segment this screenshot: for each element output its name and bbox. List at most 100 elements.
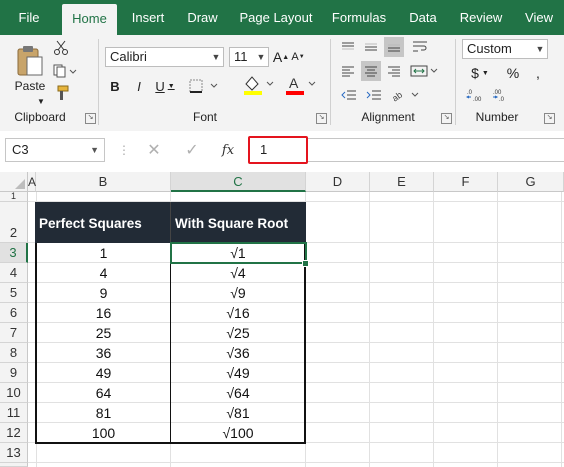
font-color-button[interactable]: A bbox=[282, 73, 318, 97]
increase-indent-button[interactable] bbox=[363, 85, 385, 105]
row-header-9[interactable]: 9 bbox=[0, 363, 28, 383]
cell-c11[interactable]: √81 bbox=[171, 404, 305, 423]
cell-b9[interactable]: 49 bbox=[37, 364, 170, 383]
row-header-2[interactable]: 2 bbox=[0, 202, 28, 243]
row-header-6[interactable]: 6 bbox=[0, 303, 28, 323]
cell-b10[interactable]: 64 bbox=[37, 384, 170, 403]
decrease-indent-button[interactable] bbox=[338, 85, 360, 105]
tab-formulas[interactable]: Formulas bbox=[326, 0, 392, 35]
row-header-10[interactable]: 10 bbox=[0, 383, 28, 403]
cell-b7[interactable]: 25 bbox=[37, 324, 170, 343]
middle-align-button[interactable] bbox=[361, 37, 381, 57]
cell-c5[interactable]: √9 bbox=[171, 284, 305, 303]
column-header-e[interactable]: E bbox=[370, 172, 434, 192]
top-align-button[interactable] bbox=[338, 37, 358, 57]
row-header-12[interactable]: 12 bbox=[0, 423, 28, 443]
cell-c6[interactable]: √16 bbox=[171, 304, 305, 323]
underline-label: U bbox=[155, 78, 165, 94]
row-header-5[interactable]: 5 bbox=[0, 283, 28, 303]
clipboard-launcher[interactable]: ↘ bbox=[85, 113, 96, 124]
cancel-entry-button[interactable]: ✕ bbox=[140, 140, 168, 160]
column-header-c[interactable]: C bbox=[171, 172, 306, 192]
tab-page-layout[interactable]: Page Layout bbox=[236, 0, 316, 35]
decrease-decimal-button[interactable]: .00.0 bbox=[490, 85, 514, 105]
row-header-11[interactable]: 11 bbox=[0, 403, 28, 423]
tab-draw[interactable]: Draw bbox=[180, 0, 225, 35]
borders-button[interactable] bbox=[188, 75, 220, 97]
svg-text:.0: .0 bbox=[499, 97, 505, 103]
increase-indent-icon bbox=[366, 90, 381, 100]
column-header-f[interactable]: F bbox=[434, 172, 498, 192]
align-left-button[interactable] bbox=[338, 61, 358, 81]
insert-function-button[interactable]: fx bbox=[214, 140, 242, 160]
cell-b3[interactable]: 1 bbox=[37, 244, 170, 263]
align-right-button[interactable] bbox=[384, 61, 404, 81]
column-header-b[interactable]: B bbox=[36, 172, 171, 192]
number-format-combo[interactable]: Custom ▼ bbox=[462, 39, 548, 59]
formula-input[interactable]: 1 bbox=[248, 136, 308, 164]
cell-c12[interactable]: √100 bbox=[171, 424, 305, 443]
orientation-button[interactable]: ab bbox=[390, 85, 422, 105]
row-header-3[interactable]: 3 bbox=[0, 243, 28, 263]
cell-c4[interactable]: √4 bbox=[171, 264, 305, 283]
row-header-13[interactable]: 13 bbox=[0, 443, 28, 463]
copy-button[interactable] bbox=[52, 62, 78, 80]
cell-b11[interactable]: 81 bbox=[37, 404, 170, 423]
cell-b6[interactable]: 16 bbox=[37, 304, 170, 323]
row-header-8[interactable]: 8 bbox=[0, 343, 28, 363]
paste-dropdown[interactable]: ▼ bbox=[34, 96, 48, 106]
alignment-launcher[interactable]: ↘ bbox=[441, 113, 452, 124]
cut-button[interactable] bbox=[52, 39, 70, 57]
fill-color-button[interactable] bbox=[240, 73, 276, 97]
cell-b4[interactable]: 4 bbox=[37, 264, 170, 283]
font-name-combo[interactable]: Calibri ▼ bbox=[105, 47, 224, 67]
tab-insert[interactable]: Insert bbox=[124, 0, 172, 35]
wrap-text-button[interactable] bbox=[409, 37, 431, 57]
row-header-4[interactable]: 4 bbox=[0, 263, 28, 283]
column-header-g[interactable]: G bbox=[498, 172, 564, 192]
italic-button[interactable]: I bbox=[130, 75, 148, 97]
cell-c9[interactable]: √49 bbox=[171, 364, 305, 383]
tab-home[interactable]: Home bbox=[62, 4, 117, 35]
number-launcher[interactable]: ↘ bbox=[544, 113, 555, 124]
format-painter-button[interactable] bbox=[52, 84, 70, 102]
column-header-a[interactable]: A bbox=[28, 172, 36, 192]
select-all-button[interactable] bbox=[0, 172, 28, 192]
column-header-d[interactable]: D bbox=[306, 172, 370, 192]
grow-font-button[interactable]: A ▲ bbox=[273, 47, 289, 67]
font-launcher[interactable]: ↘ bbox=[316, 113, 327, 124]
bold-button[interactable]: B bbox=[106, 75, 124, 97]
cell-c10[interactable]: √64 bbox=[171, 384, 305, 403]
merge-center-button[interactable] bbox=[409, 61, 439, 81]
cell-c8[interactable]: √36 bbox=[171, 344, 305, 363]
tab-review[interactable]: Review bbox=[453, 0, 509, 35]
font-size-combo[interactable]: 11 ▼ bbox=[229, 47, 269, 67]
tab-data[interactable]: Data bbox=[402, 0, 444, 35]
percent-button[interactable]: % bbox=[503, 63, 523, 83]
fill-handle[interactable] bbox=[302, 260, 309, 267]
shrink-font-button[interactable]: A ▼ bbox=[291, 47, 304, 67]
cell-c7[interactable]: √25 bbox=[171, 324, 305, 343]
cell-b12[interactable]: 100 bbox=[37, 424, 170, 443]
cell-b5[interactable]: 9 bbox=[37, 284, 170, 303]
row-header-7[interactable]: 7 bbox=[0, 323, 28, 343]
align-center-button[interactable] bbox=[361, 61, 381, 81]
row-header-14[interactable] bbox=[0, 463, 28, 467]
formula-bar-field[interactable] bbox=[308, 138, 564, 162]
tab-view[interactable]: View bbox=[518, 0, 560, 35]
name-box[interactable]: C3 ▼ bbox=[5, 138, 105, 162]
header-perfect-squares[interactable]: Perfect Squares bbox=[35, 202, 171, 243]
row-header-1[interactable]: 1 bbox=[0, 191, 28, 202]
number-group-label: Number bbox=[475, 110, 519, 124]
confirm-entry-button[interactable]: ✓ bbox=[178, 140, 206, 160]
ribbon-separator bbox=[98, 39, 99, 125]
cell-b8[interactable]: 36 bbox=[37, 344, 170, 363]
increase-decimal-button[interactable]: .0.00 bbox=[464, 85, 488, 105]
comma-style-button[interactable]: , bbox=[528, 63, 548, 83]
tab-file[interactable]: File bbox=[5, 0, 53, 35]
paste-button[interactable]: Paste bbox=[10, 41, 50, 97]
underline-button[interactable]: U ▼ bbox=[152, 75, 178, 97]
bottom-align-button[interactable] bbox=[384, 37, 404, 57]
header-with-square-root[interactable]: With Square Root bbox=[170, 202, 306, 243]
currency-button[interactable]: $ ▼ bbox=[466, 63, 494, 83]
